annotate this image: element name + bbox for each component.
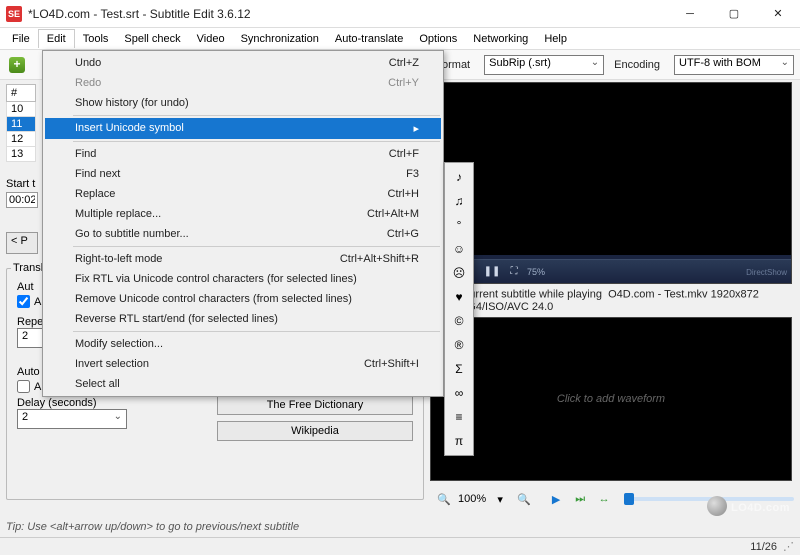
auto-repeat-checkbox[interactable] xyxy=(17,295,30,308)
pause-video-button[interactable]: ❚❚ xyxy=(483,263,501,281)
zoom-dropdown[interactable]: ▾ xyxy=(490,489,510,509)
video-select-row: ect current subtitle while playing O4D.c… xyxy=(430,288,792,313)
auto-repeat-label: A xyxy=(34,296,41,308)
menu-help[interactable]: Help xyxy=(536,30,575,48)
delay-combo[interactable]: 2 xyxy=(17,409,127,429)
auto-continue-checkbox[interactable] xyxy=(17,380,30,393)
next-marker-button[interactable]: ⏭ xyxy=(570,489,590,509)
menu-edit[interactable]: Edit xyxy=(38,29,75,48)
encoding-combo[interactable]: UTF-8 with BOM xyxy=(674,55,794,75)
video-percent: 75% xyxy=(527,267,545,277)
subtitle-grid[interactable]: # 10 11 12 13 xyxy=(6,84,36,162)
waveform-toolbar: 🔍 100% ▾ 🔍 ▶ ⏭ ↔ xyxy=(430,485,792,513)
menu-networking[interactable]: Networking xyxy=(465,30,536,48)
edit-show-history[interactable]: Show history (for undo) xyxy=(45,93,441,113)
zoom-out-button[interactable]: 🔍 xyxy=(434,489,454,509)
toolbar-new-button[interactable]: + xyxy=(6,54,28,76)
waveform-scrollbar-thumb[interactable] xyxy=(624,493,634,505)
unicode-heart[interactable]: ♥ xyxy=(447,285,471,309)
edit-goto-number[interactable]: Go to subtitle number...Ctrl+G xyxy=(45,224,441,244)
close-button[interactable]: ✕ xyxy=(756,0,800,28)
submenu-arrow-icon: ▸ xyxy=(413,122,419,135)
menu-tools[interactable]: Tools xyxy=(75,30,117,48)
status-bar: 11/26 ⋰ xyxy=(0,537,800,555)
video-player[interactable]: ■ ❚❚ ⛶ 75% DirectShow xyxy=(430,82,792,284)
unicode-note[interactable]: ♪ xyxy=(447,165,471,189)
unicode-infinity[interactable]: ∞ xyxy=(447,381,471,405)
format-combo[interactable]: SubRip (.srt) xyxy=(484,55,604,75)
grid-row[interactable]: 11 xyxy=(6,117,36,132)
zoom-level: 100% xyxy=(458,493,486,505)
menu-separator xyxy=(73,246,440,247)
edit-select-all[interactable]: Select all xyxy=(45,374,441,394)
unicode-frown[interactable]: ☹ xyxy=(447,261,471,285)
window-title: *LO4D.com - Test.srt - Subtitle Edit 3.6… xyxy=(28,7,668,21)
edit-modify-selection[interactable]: Modify selection... xyxy=(45,334,441,354)
wikipedia-button[interactable]: Wikipedia xyxy=(217,421,413,441)
unicode-notes[interactable]: ♫ xyxy=(447,189,471,213)
grid-row[interactable]: 10 xyxy=(6,102,36,117)
prev-button[interactable]: < P xyxy=(6,232,38,254)
unicode-sigma[interactable]: Σ xyxy=(447,357,471,381)
menu-separator xyxy=(73,331,440,332)
status-position: 11/26 xyxy=(750,541,777,553)
menu-sync[interactable]: Synchronization xyxy=(233,30,327,48)
encoding-label: Encoding xyxy=(614,59,660,71)
menu-separator xyxy=(73,115,440,116)
start-time-input[interactable] xyxy=(6,192,38,208)
menu-video[interactable]: Video xyxy=(189,30,233,48)
edit-multiple-replace[interactable]: Multiple replace...Ctrl+Alt+M xyxy=(45,204,441,224)
waveform-placeholder: Click to add waveform xyxy=(557,393,665,405)
plus-icon: + xyxy=(9,57,25,73)
edit-insert-unicode[interactable]: Insert Unicode symbol▸ xyxy=(45,118,441,139)
edit-undo[interactable]: UndoCtrl+Z xyxy=(45,53,441,73)
edit-replace[interactable]: ReplaceCtrl+H xyxy=(45,184,441,204)
menu-autotranslate[interactable]: Auto-translate xyxy=(327,30,411,48)
menubar: File Edit Tools Spell check Video Synchr… xyxy=(0,28,800,50)
unicode-submenu: ♪ ♫ ° ☺ ☹ ♥ © ® Σ ∞ ≡ π xyxy=(444,162,474,456)
translate-panel-title: Transl xyxy=(11,262,45,274)
unicode-identical[interactable]: ≡ xyxy=(447,405,471,429)
menu-spellcheck[interactable]: Spell check xyxy=(116,30,188,48)
unicode-degree[interactable]: ° xyxy=(447,213,471,237)
unicode-smiley[interactable]: ☺ xyxy=(447,237,471,261)
delay-label: Delay (seconds) xyxy=(17,397,187,409)
menu-options[interactable]: Options xyxy=(411,30,465,48)
grid-row[interactable]: 13 xyxy=(6,147,36,162)
menu-file[interactable]: File xyxy=(4,30,38,48)
start-time-label: Start t xyxy=(6,178,35,190)
start-time-block: Start t xyxy=(6,178,38,208)
unicode-registered[interactable]: ® xyxy=(447,333,471,357)
edit-redo[interactable]: RedoCtrl+Y xyxy=(45,73,441,93)
zoom-in-button[interactable]: 🔍 xyxy=(514,489,534,509)
app-icon: SE xyxy=(6,6,22,22)
edit-find-next[interactable]: Find nextF3 xyxy=(45,164,441,184)
edit-find[interactable]: FindCtrl+F xyxy=(45,144,441,164)
video-controls: ■ ❚❚ ⛶ 75% DirectShow xyxy=(431,259,791,283)
play-waveform-button[interactable]: ▶ xyxy=(546,489,566,509)
fullscreen-button[interactable]: ⛶ xyxy=(505,263,523,281)
maximize-button[interactable]: ▢ xyxy=(712,0,756,28)
unicode-pi[interactable]: π xyxy=(447,429,471,453)
edit-rtl-mode[interactable]: Right-to-left modeCtrl+Alt+Shift+R xyxy=(45,249,441,269)
free-dictionary-button[interactable]: The Free Dictionary xyxy=(217,395,413,415)
edit-invert-selection[interactable]: Invert selectionCtrl+Shift+I xyxy=(45,354,441,374)
titlebar: SE *LO4D.com - Test.srt - Subtitle Edit … xyxy=(0,0,800,28)
minimize-button[interactable]: ─ xyxy=(668,0,712,28)
tip-text: Tip: Use <alt+arrow up/down> to go to pr… xyxy=(6,521,299,533)
unicode-copyright[interactable]: © xyxy=(447,309,471,333)
grid-row[interactable]: 12 xyxy=(6,132,36,147)
edit-menu-dropdown: UndoCtrl+Z RedoCtrl+Y Show history (for … xyxy=(42,50,444,397)
edit-reverse-rtl[interactable]: Reverse RTL start/end (for selected line… xyxy=(45,309,441,329)
video-backend-label: DirectShow xyxy=(746,268,787,277)
edit-remove-unicode-ctrl[interactable]: Remove Unicode control characters (from … xyxy=(45,289,441,309)
edit-fix-rtl[interactable]: Fix RTL via Unicode control characters (… xyxy=(45,269,441,289)
loop-button[interactable]: ↔ xyxy=(594,489,614,509)
waveform-area[interactable]: Click to add waveform xyxy=(430,317,792,481)
grid-header-index[interactable]: # xyxy=(6,84,36,102)
menu-separator xyxy=(73,141,440,142)
resize-grip-icon[interactable]: ⋰ xyxy=(783,540,794,553)
